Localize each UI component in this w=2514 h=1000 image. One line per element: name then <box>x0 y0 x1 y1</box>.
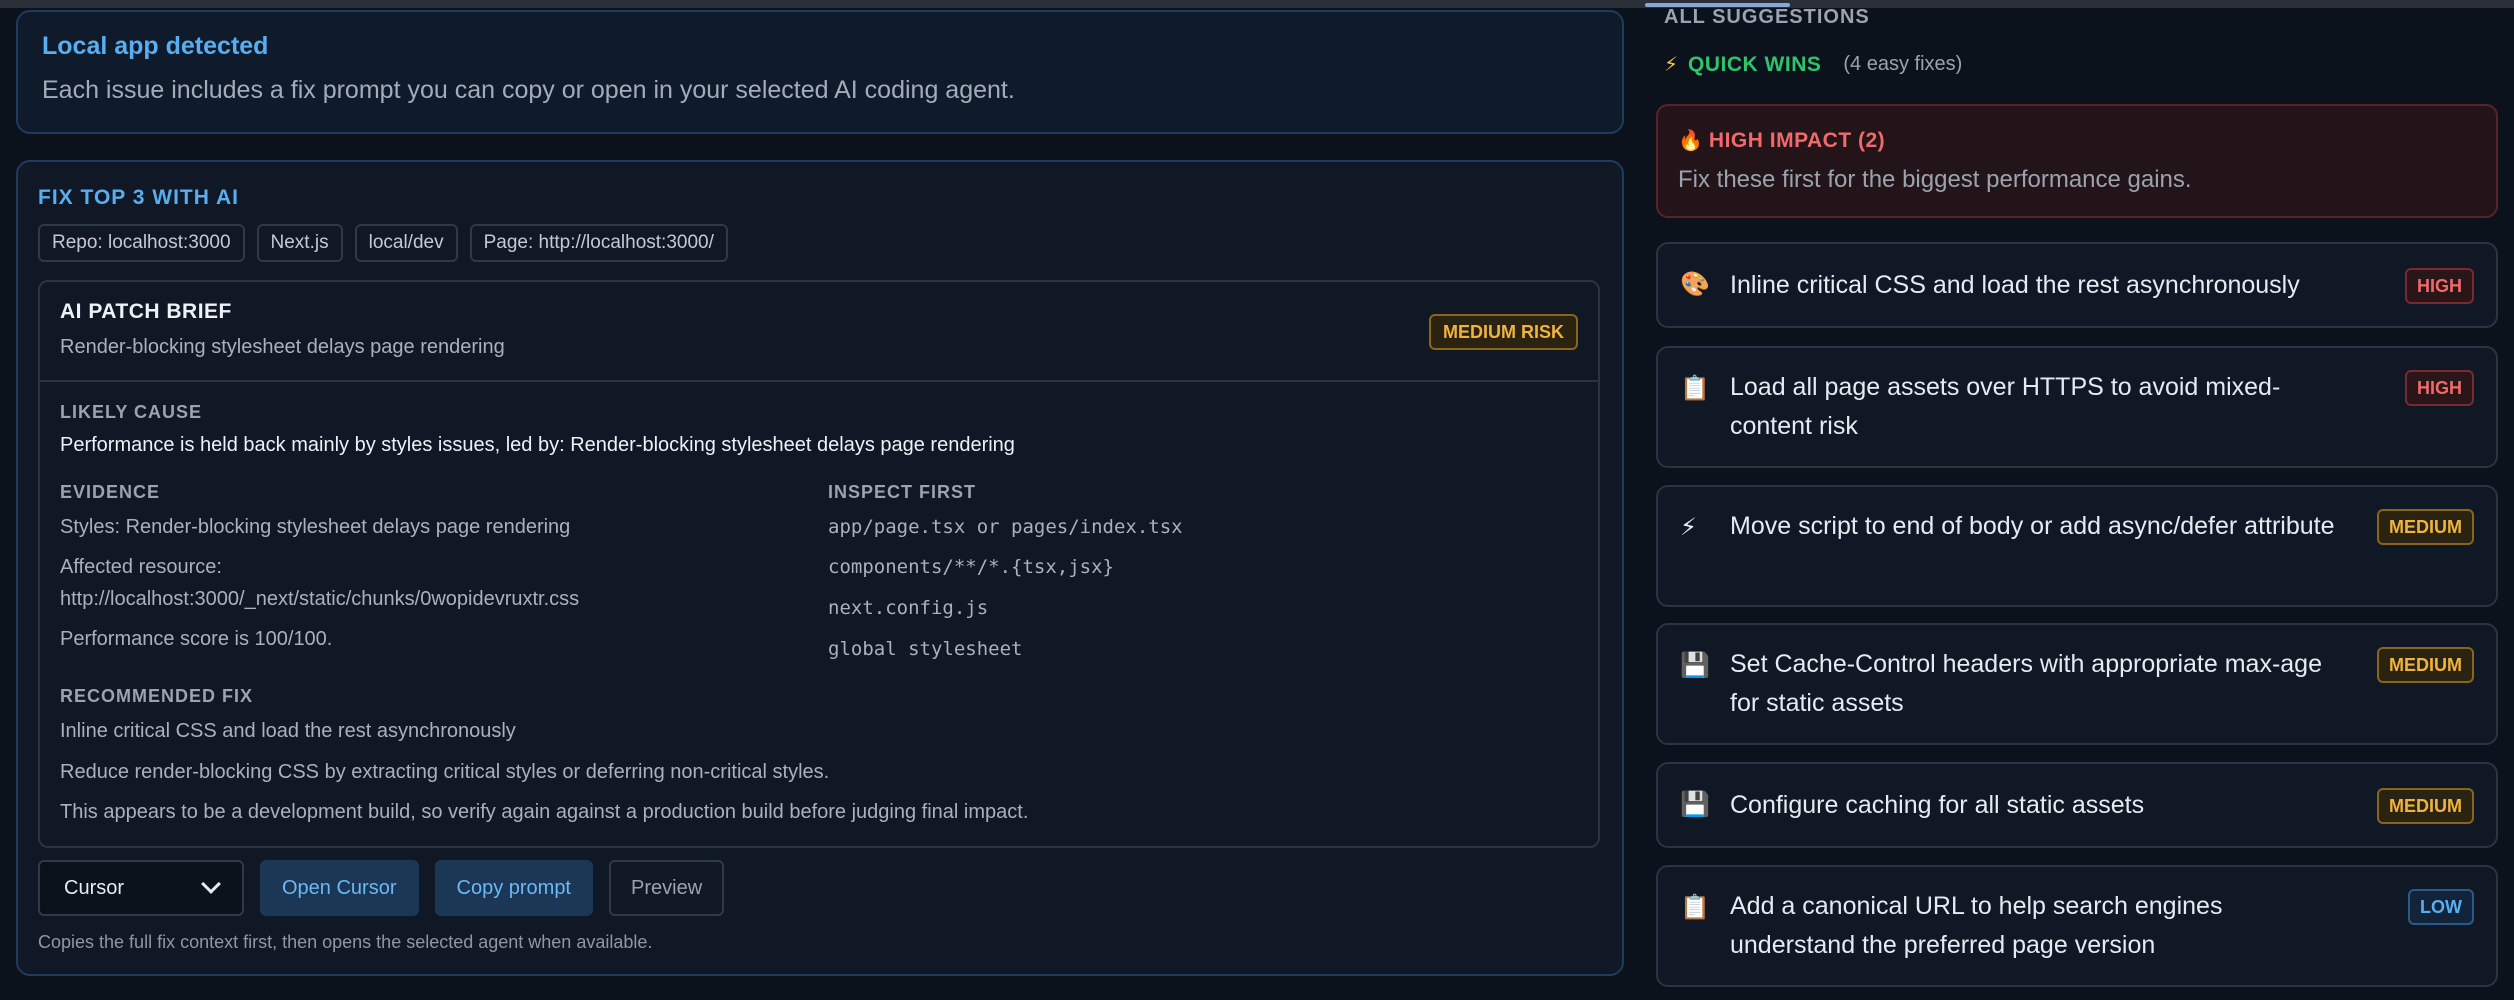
clipboard-icon: 📋 <box>1680 894 1710 921</box>
top-border <box>0 0 2514 8</box>
suggestion-text: Add a canonical URL to help search engin… <box>1730 892 2223 959</box>
evidence-item: Styles: Render-blocking stylesheet delay… <box>60 516 571 538</box>
all-suggestions-heading: ALL SUGGESTIONS <box>1664 6 1870 28</box>
severity-badge: MEDIUM <box>2377 647 2474 683</box>
severity-badge: LOW <box>2408 889 2474 925</box>
fire-icon: 🔥 <box>1678 130 1703 152</box>
helper-note: Copies the full fix context first, then … <box>38 932 653 952</box>
chip-environment: local/dev <box>354 224 458 262</box>
floppy-disk-icon: 💾 <box>1680 652 1710 679</box>
suggestion-text: Configure caching for all static assets <box>1730 791 2145 819</box>
clipboard-icon: 📋 <box>1680 375 1710 402</box>
high-impact-callout: 🔥 HIGH IMPACT (2) Fix these first for th… <box>1656 104 2498 218</box>
brief-title: AI PATCH BRIEF <box>60 300 232 323</box>
risk-badge: MEDIUM RISK <box>1429 314 1578 350</box>
context-chips: Repo: localhost:3000 Next.js local/dev P… <box>38 224 728 262</box>
lightning-icon: ⚡ <box>1664 54 1679 76</box>
suggestion-card[interactable]: 💾 Set Cache-Control headers with appropr… <box>1656 623 2498 745</box>
fix-top-panel: FIX TOP 3 WITH AI Repo: localhost:3000 N… <box>16 160 1624 976</box>
suggestion-card[interactable]: ⚡ Move script to end of body or add asyn… <box>1656 485 2498 607</box>
high-impact-label: HIGH IMPACT (2) <box>1708 128 1886 152</box>
recommended-fix-label: RECOMMENDED FIX <box>60 686 254 706</box>
severity-badge: HIGH <box>2405 268 2474 304</box>
severity-badge: MEDIUM <box>2377 788 2474 824</box>
recommended-item: This appears to be a development build, … <box>60 801 1029 823</box>
evidence-item: Affected resource: <box>60 556 222 578</box>
inspect-path: app/page.tsx or pages/index.tsx <box>828 516 1183 538</box>
open-agent-button[interactable]: Open Cursor <box>260 860 419 916</box>
high-impact-title: 🔥 HIGH IMPACT (2) <box>1678 128 1885 153</box>
suggestion-card[interactable]: 📋 Load all page assets over HTTPS to avo… <box>1656 346 2498 468</box>
quick-wins-count: (4 easy fixes) <box>1843 53 1963 75</box>
inspect-first-label: INSPECT FIRST <box>828 482 977 502</box>
agent-select[interactable]: Cursor <box>38 860 244 916</box>
high-impact-description: Fix these first for the biggest performa… <box>1678 166 2192 193</box>
evidence-label: EVIDENCE <box>60 482 161 502</box>
banner-description: Each issue includes a fix prompt you can… <box>42 76 1015 104</box>
quick-wins-row[interactable]: ⚡ QUICK WINS (4 easy fixes) <box>1664 52 1962 77</box>
evidence-item: http://localhost:3000/_next/static/chunk… <box>60 588 580 610</box>
recommended-item: Inline critical CSS and load the rest as… <box>60 720 516 742</box>
inspect-path: components/**/*.{tsx,jsx} <box>828 556 1114 578</box>
evidence-item: Performance score is 100/100. <box>60 628 333 650</box>
chip-repo: Repo: localhost:3000 <box>38 224 245 262</box>
brief-header: AI PATCH BRIEF Render-blocking styleshee… <box>40 282 1598 382</box>
likely-cause-label: LIKELY CAUSE <box>60 402 203 422</box>
suggestion-text: Inline critical CSS and load the rest as… <box>1730 271 2300 299</box>
action-controls: Cursor Open Cursor Copy prompt Preview <box>38 860 725 916</box>
brief-subtitle: Render-blocking stylesheet delays page r… <box>60 336 505 358</box>
local-app-banner: Local app detected Each issue includes a… <box>16 10 1624 134</box>
copy-prompt-button[interactable]: Copy prompt <box>434 860 593 916</box>
banner-title: Local app detected <box>42 32 269 60</box>
preview-button[interactable]: Preview <box>609 860 725 916</box>
agent-select-value: Cursor <box>64 876 125 899</box>
suggestion-card[interactable]: 💾 Configure caching for all static asset… <box>1656 762 2498 848</box>
fix-panel-title: FIX TOP 3 WITH AI <box>38 186 239 209</box>
floppy-disk-icon: 💾 <box>1680 791 1710 818</box>
inspect-path: global stylesheet <box>828 638 1023 660</box>
suggestion-text: Move script to end of body or add async/… <box>1730 512 2335 540</box>
recommended-item: Reduce render-blocking CSS by extracting… <box>60 761 830 783</box>
suggestion-card[interactable]: 🎨 Inline critical CSS and load the rest … <box>1656 242 2498 328</box>
likely-cause-text: Performance is held back mainly by style… <box>60 434 1015 456</box>
suggestion-text: Set Cache-Control headers with appropria… <box>1730 650 2322 717</box>
suggestion-card[interactable]: 📋 Add a canonical URL to help search eng… <box>1656 865 2498 987</box>
quick-wins-label: QUICK WINS <box>1688 52 1822 76</box>
ai-patch-brief: AI PATCH BRIEF Render-blocking styleshee… <box>38 280 1600 848</box>
chip-framework: Next.js <box>256 224 343 262</box>
severity-badge: MEDIUM <box>2377 509 2474 545</box>
severity-badge: HIGH <box>2405 370 2474 406</box>
suggestion-text: Load all page assets over HTTPS to avoid… <box>1730 373 2281 440</box>
lightning-icon: ⚡ <box>1680 514 1697 541</box>
inspect-path: next.config.js <box>828 597 989 619</box>
chip-page: Page: http://localhost:3000/ <box>469 224 728 262</box>
chevron-down-icon <box>201 874 221 894</box>
palette-icon: 🎨 <box>1680 271 1710 298</box>
